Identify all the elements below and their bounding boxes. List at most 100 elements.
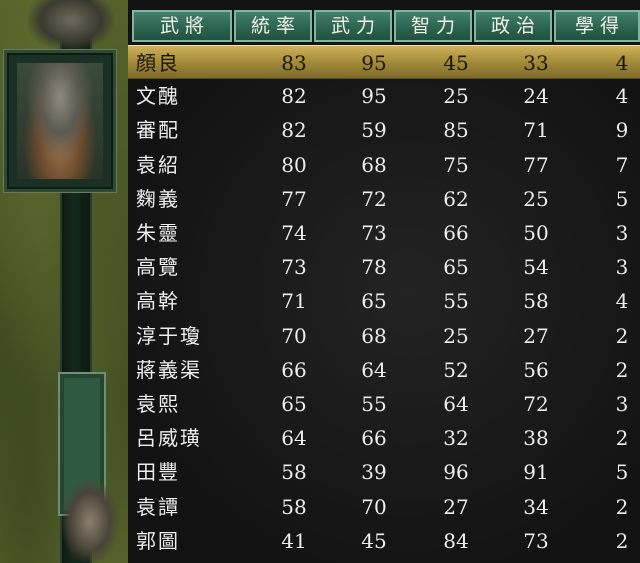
stat-pol: 72 [523, 392, 549, 416]
officer-row[interactable]: 袁譚 58 70 27 34 2 [128, 490, 640, 524]
officer-row[interactable]: 文醜 82 95 25 24 4 [128, 79, 640, 113]
stat-learn: 3 [615, 255, 629, 280]
stat-war: 73 [361, 221, 387, 245]
stat-lead: 66 [281, 357, 307, 382]
officer-name: 郭圖 [136, 528, 180, 553]
stat-pol: 91 [523, 460, 549, 485]
officer-row[interactable]: 袁紹 80 68 75 77 7 [128, 148, 640, 182]
officer-row[interactable]: 顔良 83 95 45 33 4 [128, 45, 640, 79]
stat-pol: 25 [523, 186, 549, 211]
header-war[interactable]: 武力 [314, 10, 392, 42]
stat-lead: 82 [281, 84, 307, 109]
stat-int: 32 [443, 426, 469, 451]
stat-war: 95 [361, 84, 387, 109]
stat-war: 68 [361, 152, 387, 177]
header-pol[interactable]: 政治 [474, 10, 552, 42]
officer-name: 田豐 [136, 460, 180, 485]
officer-row[interactable]: 審配 82 59 85 71 9 [128, 113, 640, 147]
stat-pol: 50 [523, 221, 549, 245]
stat-war: 72 [361, 186, 387, 211]
dragon-ornament [62, 480, 118, 563]
stat-war: 39 [361, 460, 387, 485]
officer-name: 高覽 [136, 255, 180, 280]
stat-pol: 24 [523, 84, 549, 109]
stat-learn: 9 [615, 118, 629, 143]
officer-name: 文醜 [136, 84, 180, 109]
officer-row[interactable]: 郭圖 41 45 84 73 2 [128, 524, 640, 558]
stat-lead: 83 [281, 51, 307, 75]
stat-pol: 34 [523, 494, 549, 519]
stat-int: 65 [443, 255, 469, 280]
officer-portrait [17, 63, 103, 179]
stat-learn: 2 [615, 494, 629, 519]
stat-int: 25 [443, 323, 469, 348]
stat-learn: 2 [615, 323, 629, 348]
stat-int: 85 [443, 118, 469, 143]
stat-learn: 4 [615, 84, 629, 109]
stat-int: 27 [443, 494, 469, 519]
officer-row[interactable]: 田豐 58 39 96 91 5 [128, 455, 640, 489]
officer-row[interactable]: 淳于瓊 70 68 25 27 2 [128, 319, 640, 353]
stat-pol: 73 [523, 528, 549, 553]
stat-learn: 2 [615, 357, 629, 382]
stat-lead: 82 [281, 118, 307, 143]
officer-name: 高幹 [136, 289, 180, 314]
officer-table: 武將 統率 武力 智力 政治 學得 顔良 83 95 45 33 4 文醜 82 95 25 24 4 審配 82 5… [128, 0, 640, 563]
stat-lead: 71 [281, 289, 307, 314]
stat-int: 25 [443, 84, 469, 109]
stat-war: 64 [361, 357, 387, 382]
officer-row[interactable]: 蔣義渠 66 64 52 56 2 [128, 353, 640, 387]
stat-learn: 4 [615, 289, 629, 314]
officer-name: 朱靈 [136, 221, 180, 245]
header-name[interactable]: 武將 [132, 10, 232, 42]
stat-war: 65 [361, 289, 387, 314]
stat-lead: 64 [281, 426, 307, 451]
stat-lead: 41 [281, 528, 307, 553]
stat-lead: 77 [281, 186, 307, 211]
stat-war: 70 [361, 494, 387, 519]
stat-pol: 54 [523, 255, 549, 280]
officer-name: 呂威璜 [136, 426, 202, 451]
officer-row[interactable]: 袁熙 65 55 64 72 3 [128, 387, 640, 421]
stat-learn: 3 [615, 221, 629, 245]
officer-row[interactable]: 麴義 77 72 62 25 5 [128, 182, 640, 216]
stat-learn: 2 [615, 528, 629, 553]
stat-war: 59 [361, 118, 387, 143]
officer-row[interactable]: 朱靈 74 73 66 50 3 [128, 216, 640, 250]
officer-name: 審配 [136, 118, 180, 143]
stat-lead: 70 [281, 323, 307, 348]
officer-row[interactable]: 呂威璜 64 66 32 38 2 [128, 421, 640, 455]
officer-row[interactable]: 高覽 73 78 65 54 3 [128, 250, 640, 284]
stat-learn: 7 [615, 152, 629, 177]
officer-name: 袁熙 [136, 392, 180, 416]
top-ornament [28, 0, 114, 50]
officer-name: 袁譚 [136, 494, 180, 519]
stat-learn: 2 [615, 426, 629, 451]
stat-learn: 5 [615, 460, 629, 485]
portrait-frame [4, 50, 116, 192]
header-int[interactable]: 智力 [394, 10, 472, 42]
stat-int: 62 [443, 186, 469, 211]
header-lead[interactable]: 統率 [234, 10, 312, 42]
stat-int: 45 [443, 51, 469, 75]
stat-int: 96 [443, 460, 469, 485]
stat-learn: 5 [615, 186, 629, 211]
stat-int: 75 [443, 152, 469, 177]
stat-lead: 58 [281, 460, 307, 485]
officer-row[interactable]: 高幹 71 65 55 58 4 [128, 284, 640, 318]
officer-name: 袁紹 [136, 152, 180, 177]
stat-war: 95 [361, 51, 387, 75]
header-learn[interactable]: 學得 [554, 10, 640, 42]
stat-war: 78 [361, 255, 387, 280]
stat-war: 66 [361, 426, 387, 451]
stat-learn: 4 [615, 51, 629, 75]
stat-war: 45 [361, 528, 387, 553]
stat-war: 68 [361, 323, 387, 348]
stat-lead: 65 [281, 392, 307, 416]
stat-pol: 38 [523, 426, 549, 451]
table-header: 武將 統率 武力 智力 政治 學得 [128, 10, 640, 42]
stat-pol: 27 [523, 323, 549, 348]
officer-name: 麴義 [136, 186, 180, 211]
officer-name: 淳于瓊 [136, 323, 202, 348]
stat-pol: 33 [523, 51, 549, 75]
